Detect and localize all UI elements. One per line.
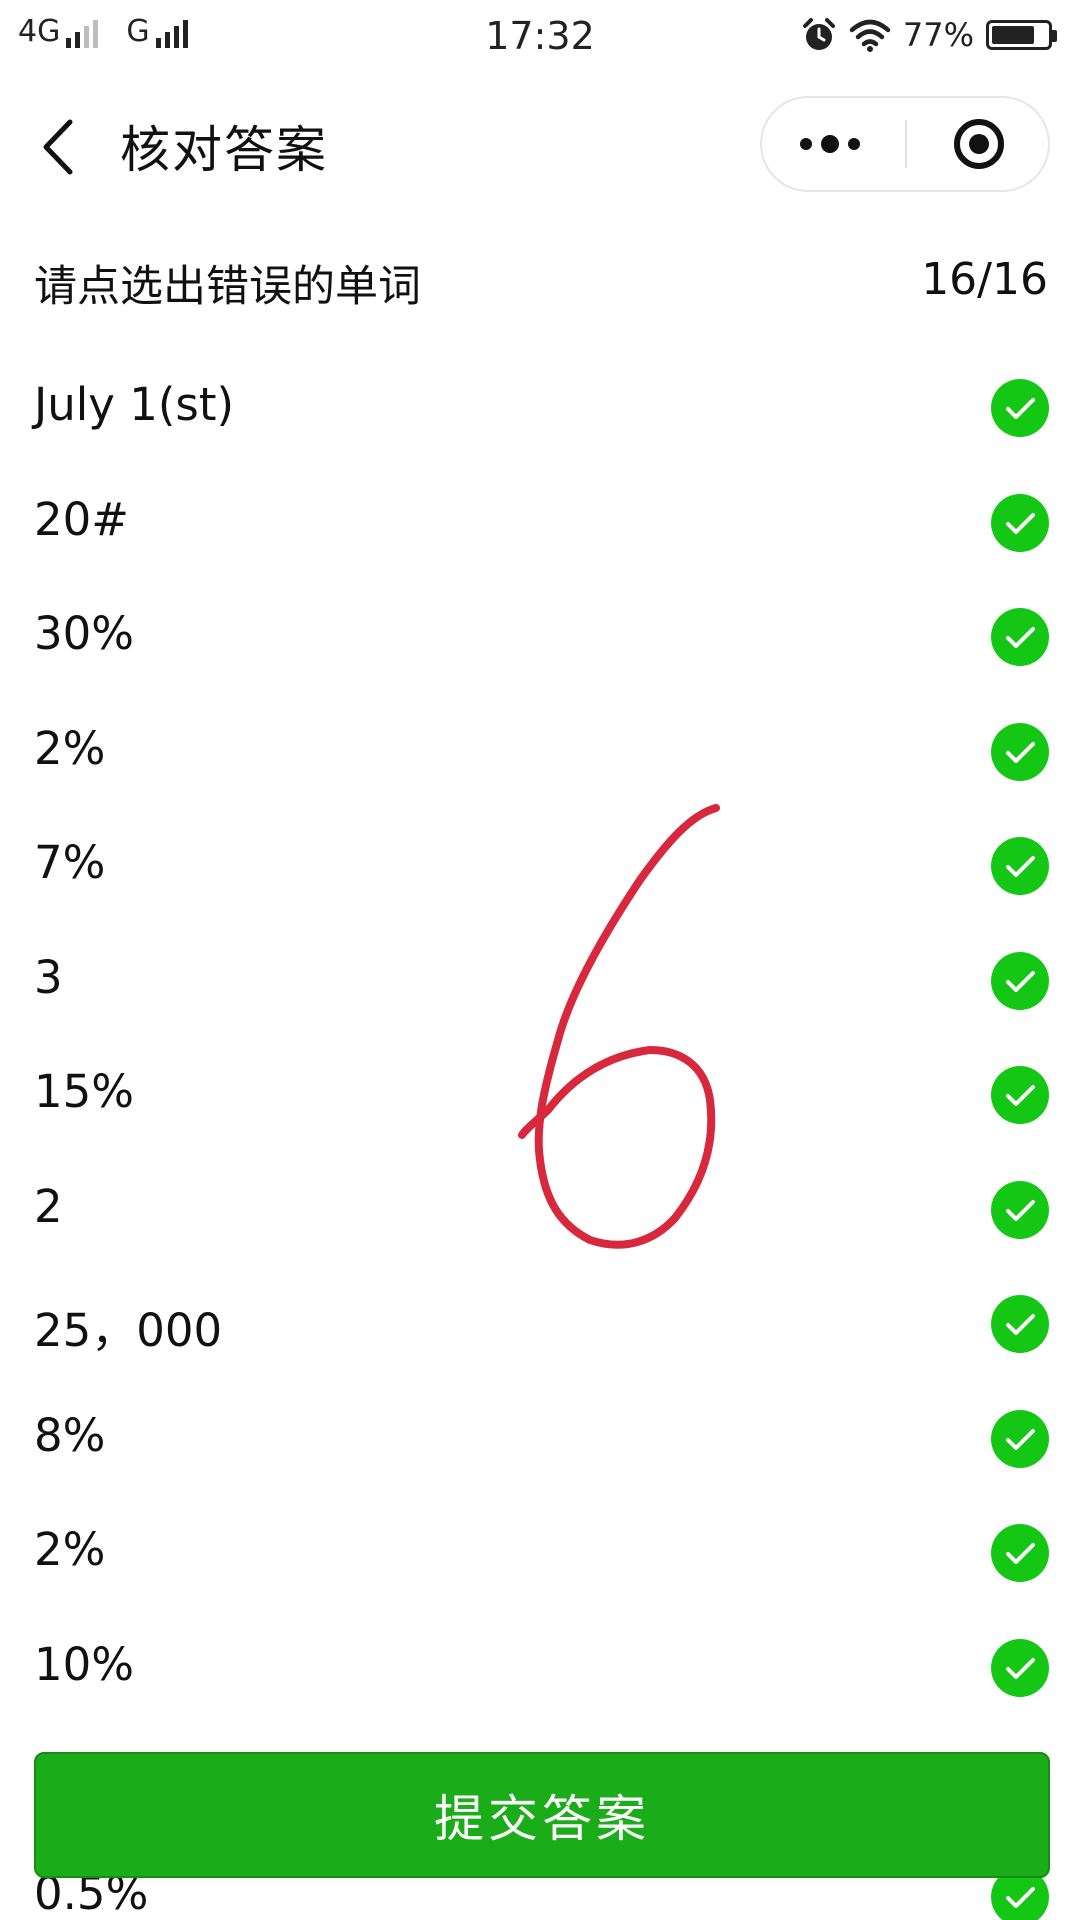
battery-level-fill: [992, 26, 1034, 44]
answer-word: 8%: [34, 1408, 106, 1462]
check-circle-icon: [991, 1180, 1049, 1239]
more-button[interactable]: [762, 98, 905, 190]
answer-row[interactable]: 2%: [0, 1501, 1080, 1616]
answer-word: 30%: [34, 607, 135, 660]
alarm-icon: [802, 18, 835, 50]
answer-row[interactable]: 15%: [0, 1043, 1080, 1158]
answer-row[interactable]: 7%: [0, 814, 1080, 929]
instruction-text: 请点选出错误的单词: [34, 262, 421, 312]
close-mini-program-button[interactable]: [907, 98, 1050, 190]
answer-word: 2%: [34, 1523, 106, 1576]
answer-word: 2%: [34, 721, 106, 775]
submit-answers-button[interactable]: 提交答案: [34, 1752, 1050, 1878]
answer-list: July 1(st) 20# 30% 2% 7% 3 15% 2 25，000 8% 2% 10% 0.…: [0, 356, 1080, 1920]
back-button[interactable]: [30, 112, 90, 182]
page-title: 核对答案: [120, 121, 328, 179]
answer-row[interactable]: 2%: [0, 700, 1080, 815]
check-circle-icon: [991, 722, 1049, 781]
progress-counter: 16/16: [921, 254, 1048, 305]
check-circle-icon: [991, 379, 1049, 437]
check-circle-icon: [991, 1066, 1049, 1124]
mini-program-capsule: [760, 96, 1050, 192]
answer-word: 15%: [34, 1065, 135, 1118]
answer-row[interactable]: 30%: [0, 585, 1080, 700]
screen: 4G G 17:32 77% 核对答案 请点选出错误的单词 16/16 July…: [0, 0, 1080, 1920]
answer-row[interactable]: 2: [0, 1158, 1080, 1273]
check-circle-icon: [991, 608, 1049, 666]
nav-bar: 核对答案: [0, 76, 1080, 216]
check-circle-icon: [991, 1638, 1049, 1697]
answer-row[interactable]: 3: [0, 929, 1080, 1044]
check-circle-icon: [991, 1524, 1049, 1582]
wifi-icon: [849, 19, 891, 52]
check-circle-icon: [991, 1295, 1049, 1353]
answer-row[interactable]: 10%: [0, 1616, 1080, 1731]
answer-word: 2: [34, 1179, 63, 1233]
answer-row[interactable]: 20#: [0, 471, 1080, 586]
answer-word: 20#: [34, 492, 129, 546]
battery-icon: [986, 20, 1057, 50]
status-bar: 4G G 17:32 77%: [0, 0, 1080, 76]
check-circle-icon: [991, 837, 1049, 895]
answer-word: 10%: [34, 1637, 135, 1691]
status-right: 77%: [789, 16, 1057, 54]
chevron-left-icon: [43, 119, 73, 175]
answer-row[interactable]: 8%: [0, 1387, 1080, 1502]
check-circle-icon: [991, 1409, 1049, 1468]
answer-word: July 1(st): [34, 378, 235, 431]
answer-row[interactable]: 25，000: [0, 1272, 1080, 1387]
check-circle-icon: [991, 951, 1049, 1010]
answer-row[interactable]: July 1(st): [0, 356, 1080, 471]
answer-word: 7%: [34, 836, 106, 889]
battery-percent: 77%: [902, 16, 974, 54]
more-dots-icon: [800, 135, 860, 153]
answer-word: 25，000: [34, 1304, 223, 1357]
target-circle-icon: [954, 119, 1004, 169]
check-circle-icon: [991, 493, 1049, 552]
answer-word: 3: [34, 950, 63, 1004]
